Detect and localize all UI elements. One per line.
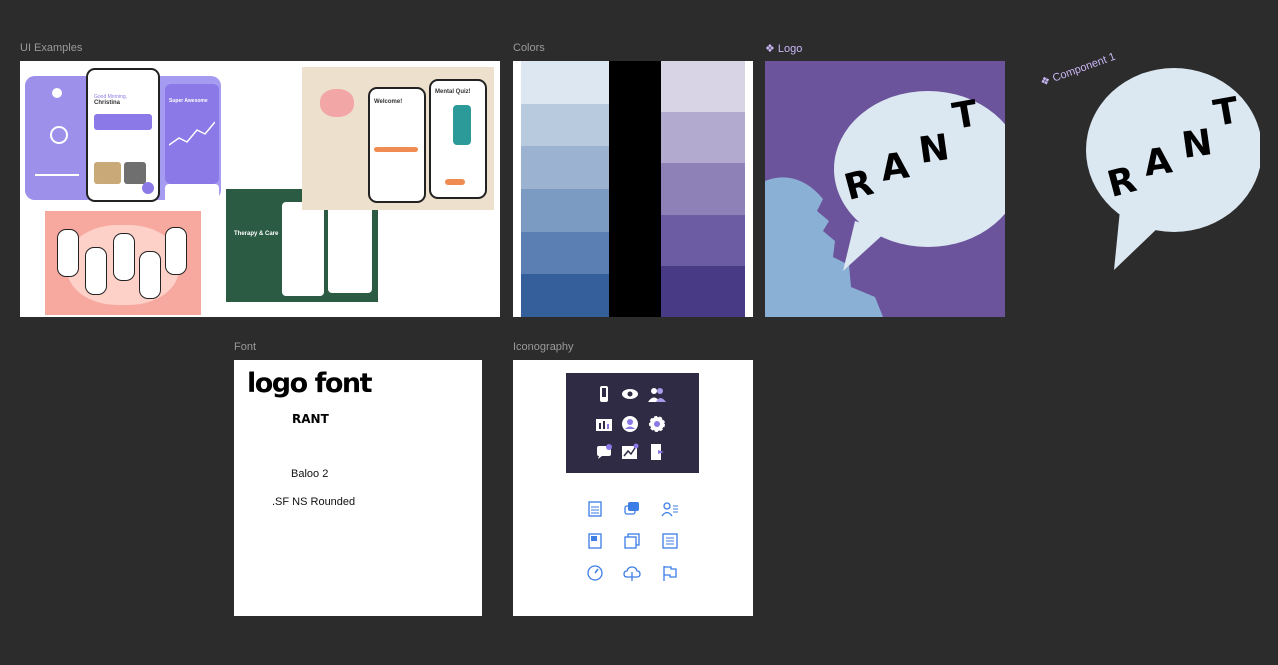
mock-green-screen xyxy=(328,199,372,293)
mock-mini-phone xyxy=(139,251,161,299)
iconography-frame[interactable] xyxy=(513,360,753,616)
color-swatch xyxy=(661,265,745,317)
mock-orange-button xyxy=(374,147,418,152)
colors-label[interactable]: Colors xyxy=(513,42,545,54)
logo-font-sample: RANT xyxy=(292,412,329,426)
mock-white-card xyxy=(165,184,219,210)
phone-icon xyxy=(600,386,608,402)
ui-examples-frame[interactable]: Good Morning, Christina Super Awesome Th… xyxy=(20,61,500,317)
logo-letter: N xyxy=(916,127,952,172)
eye-icon xyxy=(622,389,638,399)
logo-letter: A xyxy=(1141,140,1175,185)
mock-quiz-phone: Mental Quiz! xyxy=(429,79,487,199)
logo-letter: A xyxy=(878,145,912,190)
font-name-sf-rounded: .SF NS Rounded xyxy=(272,496,356,508)
color-swatch xyxy=(661,163,745,215)
mock-line-graph xyxy=(169,121,215,146)
font-label[interactable]: Font xyxy=(234,341,256,353)
mock-right-screen: Super Awesome xyxy=(165,84,219,184)
font-name-baloo: Baloo 2 xyxy=(291,468,329,480)
mock-title: Super Awesome xyxy=(169,98,208,104)
color-swatch xyxy=(521,103,609,147)
color-swatch xyxy=(521,188,609,232)
mock-card xyxy=(94,114,152,130)
mock-green-screen xyxy=(282,202,324,296)
color-swatch xyxy=(521,61,609,104)
copy-icon xyxy=(624,533,640,549)
list-icon xyxy=(662,533,678,549)
mock-quiz-phone: Welcome! xyxy=(368,87,426,203)
logo-letter: T xyxy=(949,93,981,138)
gear-icon xyxy=(649,416,665,432)
mock-slider xyxy=(35,174,79,176)
flag-icon xyxy=(663,566,677,581)
mock-fab xyxy=(142,182,154,194)
iconography-label[interactable]: Iconography xyxy=(513,341,574,353)
mock-smiley-icon xyxy=(50,126,68,144)
color-swatch xyxy=(521,274,609,317)
color-swatch xyxy=(661,61,745,113)
pink-app-mockup xyxy=(45,211,201,315)
font-frame[interactable]: logo font RANT Baloo 2 .SF NS Rounded xyxy=(234,360,482,616)
mock-green-title: Therapy & Care xyxy=(234,231,279,237)
cloud-upload-icon xyxy=(623,566,641,581)
logo-letter: R xyxy=(1103,159,1141,206)
mock-image xyxy=(94,162,121,184)
mock-avatar xyxy=(52,88,62,98)
color-swatch xyxy=(661,112,745,164)
color-swatch xyxy=(661,214,745,266)
mock-quiz-title: Mental Quiz! xyxy=(435,89,471,95)
mock-left-screen xyxy=(25,76,87,200)
logo-frame[interactable]: RANT xyxy=(765,61,1005,317)
purple-palette xyxy=(661,61,745,317)
mock-phone-center: Good Morning, Christina xyxy=(86,68,160,202)
purple-app-mockup: Good Morning, Christina Super Awesome xyxy=(25,68,221,210)
mock-person xyxy=(453,105,471,145)
color-swatch xyxy=(609,61,661,317)
quiz-app-mockup: Welcome! Mental Quiz! xyxy=(302,67,494,210)
journal-icon xyxy=(588,533,602,549)
user-circle-icon xyxy=(622,416,638,432)
chat-icon xyxy=(597,444,612,459)
gauge-icon xyxy=(587,565,603,581)
logo-letter: R xyxy=(840,162,878,209)
users-icon xyxy=(648,388,666,402)
blue-palette xyxy=(521,61,609,317)
component-word: RANT xyxy=(1103,90,1248,206)
mock-mini-phone xyxy=(57,229,79,277)
user-list-icon xyxy=(661,502,678,517)
mock-image xyxy=(124,162,146,184)
mock-welcome: Welcome! xyxy=(374,99,403,105)
dark-icon-panel xyxy=(566,373,699,473)
colors-frame[interactable] xyxy=(513,61,753,317)
mock-mini-phone xyxy=(113,233,135,281)
logo-font-title: logo font xyxy=(247,368,373,399)
logo-label[interactable]: ❖ Logo xyxy=(765,42,802,55)
mock-mini-phone xyxy=(85,247,107,295)
ui-examples-label[interactable]: UI Examples xyxy=(20,42,82,54)
logo-letter: N xyxy=(1179,122,1215,167)
black-palette xyxy=(609,61,661,317)
messages-icon xyxy=(624,502,639,515)
chart-icon xyxy=(596,419,612,431)
mock-name: Christina xyxy=(94,100,121,106)
analytics-icon xyxy=(622,443,639,459)
logo-word: RANT xyxy=(840,93,993,209)
color-swatch xyxy=(521,231,609,275)
notepad-icon xyxy=(588,501,602,517)
color-swatch xyxy=(521,146,609,189)
logo-letter: T xyxy=(1210,90,1242,135)
mock-brain xyxy=(320,89,354,117)
door-icon xyxy=(651,444,664,460)
mock-orange-button xyxy=(445,179,465,185)
mock-mini-phone xyxy=(165,227,187,275)
